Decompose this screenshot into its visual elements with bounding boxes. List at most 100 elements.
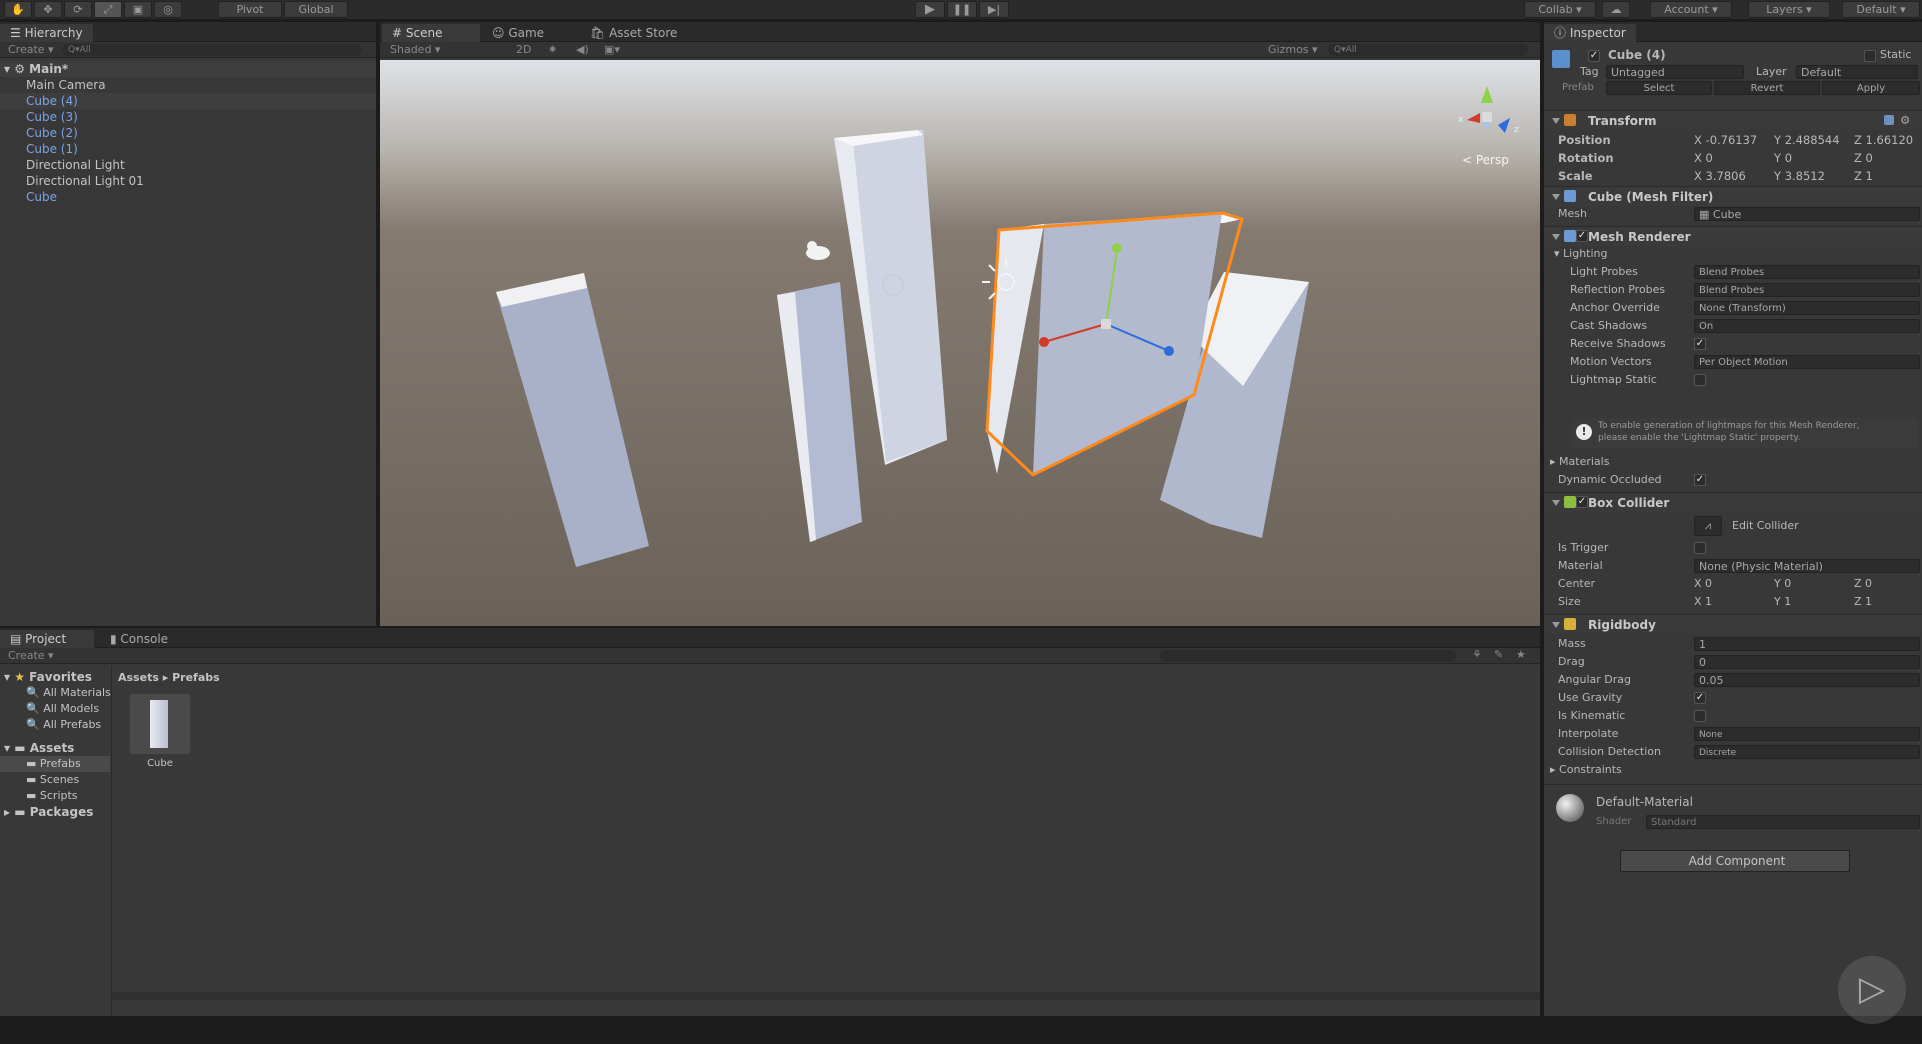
hierarchy-item[interactable]: Cube xyxy=(0,189,376,205)
move-tool-icon[interactable]: ✥ xyxy=(34,1,62,18)
tab-scene[interactable]: # Scene xyxy=(382,24,480,42)
cube-prefab-thumbnail[interactable] xyxy=(130,694,190,754)
hierarchy-item[interactable]: Main Camera xyxy=(0,77,376,93)
scene-viewport[interactable]: x z < Persp xyxy=(380,60,1540,626)
use-gravity-checkbox[interactable]: ✓ xyxy=(1694,692,1706,704)
folder-prefabs[interactable]: ▬ Prefabs xyxy=(0,756,110,772)
play-icon[interactable]: ▶ xyxy=(915,1,945,18)
size-z-field[interactable]: Z 1 xyxy=(1854,594,1872,610)
pause-icon[interactable]: ❚❚ xyxy=(947,1,977,18)
is-trigger-checkbox[interactable] xyxy=(1694,542,1706,554)
project-search-input[interactable] xyxy=(1160,650,1456,662)
collapse-arrow-icon[interactable] xyxy=(1552,194,1560,200)
pivot-toggle[interactable]: Pivot xyxy=(218,1,282,18)
cast-shadows-dropdown[interactable]: On xyxy=(1694,319,1920,333)
hierarchy-item[interactable]: Directional Light 01 xyxy=(0,173,376,189)
rotation-y-field[interactable]: Y 0 xyxy=(1774,150,1792,166)
receive-shadows-checkbox[interactable]: ✓ xyxy=(1694,338,1706,350)
mesh-renderer-header[interactable]: Mesh Renderer xyxy=(1544,226,1922,246)
cube-prefab-label[interactable]: Cube xyxy=(130,758,190,769)
collapse-arrow-icon[interactable] xyxy=(1552,234,1560,240)
rotation-z-field[interactable]: Z 0 xyxy=(1854,150,1873,166)
favorite-all-materials[interactable]: 🔍 All Materials xyxy=(26,685,111,701)
packages-header[interactable]: ▸ ▬ Packages xyxy=(4,804,93,820)
angular-drag-field[interactable]: 0.05 xyxy=(1694,673,1920,687)
account-dropdown[interactable]: Account ▾ xyxy=(1650,1,1732,18)
hierarchy-search-input[interactable]: Q▾All xyxy=(62,44,362,56)
prefab-revert-button[interactable]: Revert xyxy=(1714,81,1820,95)
mesh-filter-header[interactable]: Cube (Mesh Filter) xyxy=(1544,186,1922,206)
is-kinematic-checkbox[interactable] xyxy=(1694,710,1706,722)
global-toggle[interactable]: Global xyxy=(284,1,348,18)
hierarchy-item[interactable]: Cube (1) xyxy=(0,141,376,157)
collapse-arrow-icon[interactable] xyxy=(1552,500,1560,506)
filter-type-icon[interactable]: ⚘ xyxy=(1472,648,1482,661)
scale-tool-icon[interactable]: ⤢ xyxy=(94,1,122,18)
tab-inspector[interactable]: ⓘ Inspector xyxy=(1544,24,1636,42)
help-book-icon[interactable] xyxy=(1884,115,1894,125)
expand-arrow-icon[interactable]: ▾ xyxy=(4,62,10,76)
favorite-star-icon[interactable]: ★ xyxy=(1516,648,1526,661)
hierarchy-item[interactable]: Cube (3) xyxy=(0,109,376,125)
size-x-field[interactable]: X 1 xyxy=(1694,594,1712,610)
breadcrumb-assets[interactable]: Assets xyxy=(118,671,159,684)
center-y-field[interactable]: Y 0 xyxy=(1774,576,1791,592)
collapse-arrow-icon[interactable] xyxy=(1552,622,1560,628)
favorite-all-models[interactable]: 🔍 All Models xyxy=(26,701,99,717)
cloud-icon[interactable]: ☁ xyxy=(1602,1,1630,18)
drag-field[interactable]: 0 xyxy=(1694,655,1920,669)
prefab-apply-button[interactable]: Apply xyxy=(1822,81,1920,95)
layers-dropdown[interactable]: Layers ▾ xyxy=(1748,1,1830,18)
hand-tool-icon[interactable]: ✋ xyxy=(4,1,32,18)
scene-root-row[interactable]: ▾ ⚙ Main* xyxy=(0,61,376,77)
filter-label-icon[interactable]: ✎ xyxy=(1494,648,1503,661)
mass-field[interactable]: 1 xyxy=(1694,637,1920,651)
rotation-x-field[interactable]: X 0 xyxy=(1694,150,1713,166)
interpolate-dropdown[interactable]: None xyxy=(1694,727,1920,741)
collapse-arrow-icon[interactable] xyxy=(1552,118,1560,124)
favorites-header[interactable]: ▾ ★ Favorites xyxy=(4,669,92,685)
scene-search-input[interactable]: Q▾All xyxy=(1328,44,1528,56)
constraints-foldout[interactable]: ▸ Constraints xyxy=(1550,762,1622,778)
rotate-tool-icon[interactable]: ⟳ xyxy=(64,1,92,18)
collab-dropdown[interactable]: Collab ▾ xyxy=(1524,1,1596,18)
box-collider-enabled-checkbox[interactable]: ✓ xyxy=(1576,496,1588,508)
mesh-field[interactable]: ▦ Cube xyxy=(1694,207,1920,221)
transform-tool-icon[interactable]: ◎ xyxy=(154,1,182,18)
position-z-field[interactable]: Z 1.66120 xyxy=(1854,132,1913,148)
folder-scenes[interactable]: ▬ Scenes xyxy=(26,772,79,788)
scale-y-field[interactable]: Y 3.8512 xyxy=(1774,168,1825,184)
breadcrumb-prefabs[interactable]: Prefabs xyxy=(172,671,220,684)
prefab-select-button[interactable]: Select xyxy=(1606,81,1712,95)
active-checkbox[interactable]: ✓ xyxy=(1588,50,1600,62)
position-y-field[interactable]: Y 2.488544 xyxy=(1774,132,1840,148)
shading-mode-dropdown[interactable]: Shaded ▾ xyxy=(390,43,440,56)
persp-label[interactable]: < Persp xyxy=(1462,153,1509,167)
size-y-field[interactable]: Y 1 xyxy=(1774,594,1791,610)
transform-header[interactable]: Transform xyxy=(1544,110,1922,130)
add-component-button[interactable]: Add Component xyxy=(1620,850,1850,872)
lighting-toggle-icon[interactable]: ✷ xyxy=(548,43,557,56)
tab-asset-store[interactable]: 🛍 Asset Store xyxy=(580,24,700,42)
audio-toggle-icon[interactable]: ◀) xyxy=(576,43,589,56)
lightmap-static-checkbox[interactable] xyxy=(1694,374,1706,386)
scale-z-field[interactable]: Z 1 xyxy=(1854,168,1873,184)
layout-dropdown[interactable]: Default ▾ xyxy=(1842,1,1920,18)
lighting-foldout[interactable]: ▾ Lighting xyxy=(1554,246,1608,262)
material-name[interactable]: Default-Material xyxy=(1596,794,1693,810)
mesh-renderer-enabled-checkbox[interactable]: ✓ xyxy=(1576,230,1588,242)
object-name[interactable]: Cube (4) xyxy=(1608,47,1666,63)
tab-project[interactable]: ▤ Project xyxy=(0,630,94,648)
effects-toggle-icon[interactable]: ▣▾ xyxy=(604,43,620,56)
tab-game[interactable]: ☺ Game xyxy=(482,24,572,42)
mode-2d-toggle[interactable]: 2D xyxy=(516,43,531,56)
settings-gear-icon[interactable]: ⚙ xyxy=(1900,112,1910,128)
light-probes-dropdown[interactable]: Blend Probes xyxy=(1694,265,1920,279)
reflection-probes-dropdown[interactable]: Blend Probes xyxy=(1694,283,1920,297)
favorite-all-prefabs[interactable]: 🔍 All Prefabs xyxy=(26,717,101,733)
box-collider-header[interactable]: Box Collider xyxy=(1544,492,1922,512)
rigidbody-header[interactable]: Rigidbody xyxy=(1544,614,1922,634)
layer-dropdown[interactable]: Default xyxy=(1796,65,1918,79)
collider-material-field[interactable]: None (Physic Material) xyxy=(1694,559,1920,573)
tab-hierarchy[interactable]: ☰ Hierarchy xyxy=(0,24,93,42)
